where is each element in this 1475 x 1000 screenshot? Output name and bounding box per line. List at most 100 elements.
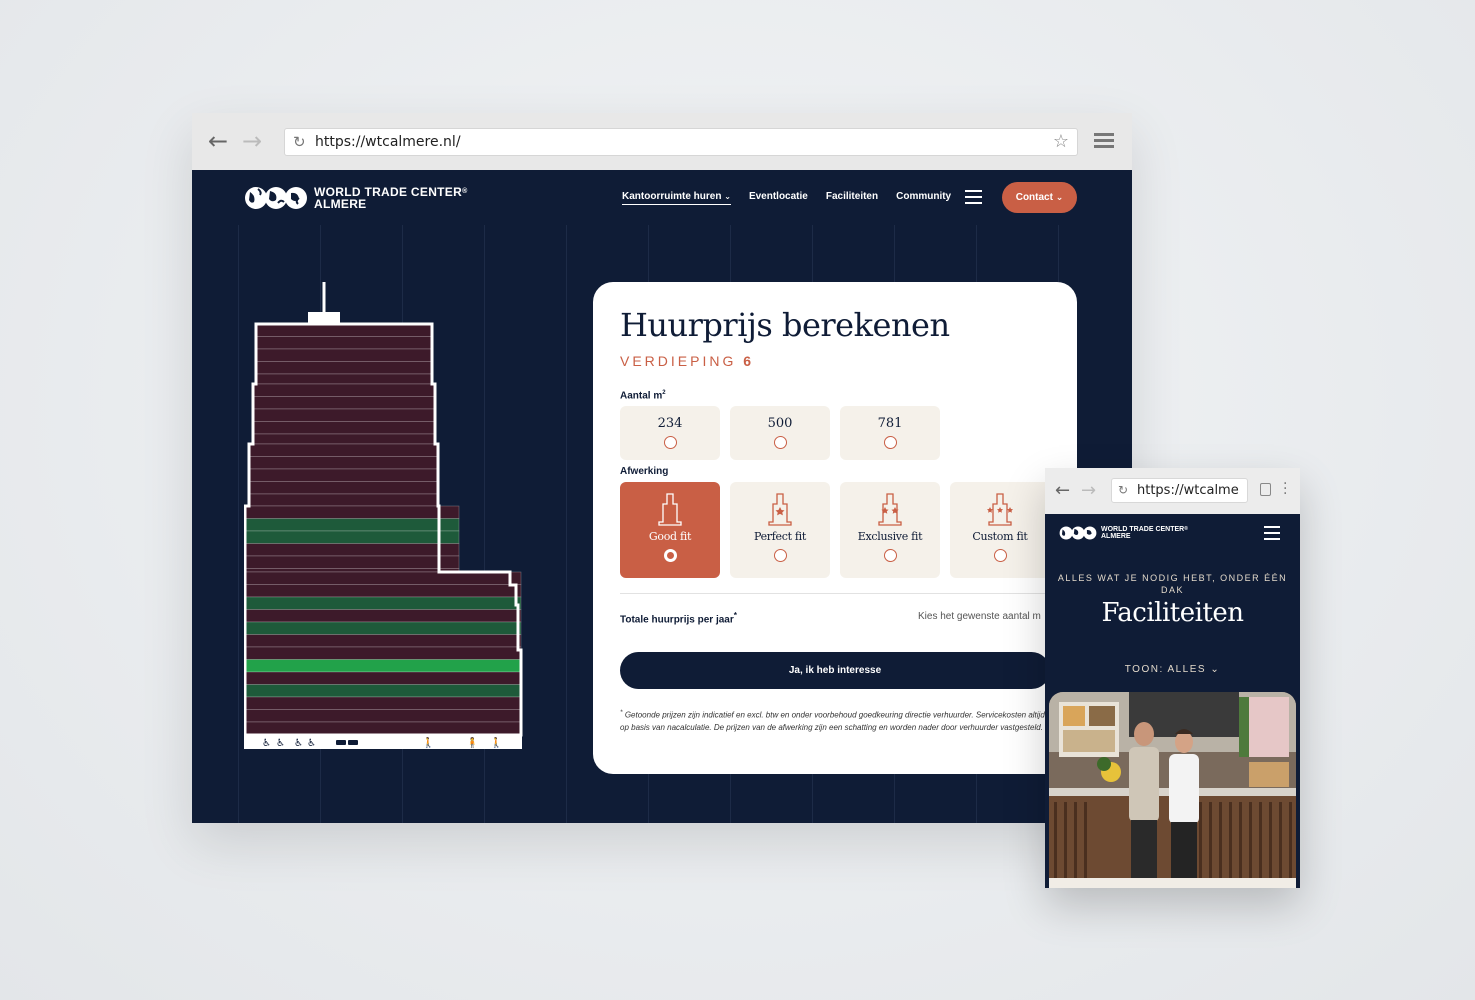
contact-button[interactable]: Contact ⌄ <box>1002 182 1077 213</box>
radio-button[interactable] <box>883 436 897 449</box>
building-floor[interactable] <box>244 555 460 569</box>
building-floor[interactable] <box>255 361 433 375</box>
building-floor[interactable] <box>248 493 439 507</box>
area-label-text: Aantal m <box>620 390 663 402</box>
building-floor[interactable] <box>248 443 439 457</box>
browser-menu-icon[interactable] <box>1094 133 1114 151</box>
building-floor[interactable] <box>244 530 460 544</box>
building-floor[interactable] <box>244 634 522 648</box>
radio-button[interactable] <box>883 549 897 562</box>
area-option-234[interactable]: 234 <box>620 406 720 460</box>
building-floor[interactable] <box>244 646 522 660</box>
bookmark-star-icon[interactable]: ☆ <box>1053 131 1069 152</box>
chevron-down-icon: ⌄ <box>1055 193 1064 203</box>
address-bar-url: https://wtcalmere.nl/ <box>315 134 461 150</box>
mobile-wtc-logo[interactable]: WORLD TRADE CENTER® ALMERE <box>1059 524 1188 542</box>
forward-arrow-icon[interactable]: → <box>1081 480 1096 501</box>
hamburger-menu-icon[interactable] <box>965 190 982 208</box>
finish-label: Afwerking <box>620 466 669 477</box>
background-grid-line <box>238 225 239 823</box>
address-bar[interactable]: ↻ https://wtcalmere.nl/ ☆ <box>284 128 1078 156</box>
building-floor[interactable] <box>255 336 433 350</box>
person-walking-icon: 🚶 <box>490 736 502 749</box>
logo-line-1: WORLD TRADE CENTER <box>1101 526 1185 533</box>
total-rent-label: Totale huurprijs per jaar* <box>620 610 737 625</box>
nav-eventlocatie[interactable]: Eventlocatie <box>749 191 808 205</box>
facilities-filter-dropdown[interactable]: TOON: ALLES ⌄ <box>1045 664 1300 675</box>
building-floor[interactable] <box>255 373 433 385</box>
logo-registered: ® <box>462 188 468 195</box>
wtc-logo[interactable]: WORLD TRADE CENTER® ALMERE <box>244 183 468 213</box>
building-floor[interactable] <box>244 609 522 623</box>
tabs-icon[interactable] <box>1260 483 1271 496</box>
building-floor[interactable] <box>244 684 522 698</box>
building-floor[interactable] <box>244 659 522 673</box>
building-floor[interactable] <box>248 468 439 482</box>
total-rent-asterisk: * <box>733 610 737 620</box>
building-floor[interactable] <box>244 671 522 685</box>
photo-card-footer <box>1049 878 1296 888</box>
website-viewport: WORLD TRADE CENTER® ALMERE Kantoorruimte… <box>192 170 1132 823</box>
building-floor[interactable] <box>244 696 522 710</box>
finish-option-perfect-fit[interactable]: Perfect fit <box>730 482 830 578</box>
nav-kantoorruimte-huren[interactable]: Kantoorruimte huren ⌄ <box>622 191 731 205</box>
area-option-500[interactable]: 500 <box>730 406 830 460</box>
radio-button[interactable] <box>773 436 787 449</box>
price-disclaimer: * Getoonde prijzen zijn indicatief en ex… <box>620 707 1050 734</box>
total-rent-hint: Kies het gewenste aantal m <box>918 611 1041 622</box>
mobile-address-bar[interactable]: ↻ https://wtcalme <box>1111 478 1248 503</box>
building-floor[interactable] <box>244 518 460 532</box>
floor-number: 6 <box>743 353 755 369</box>
radio-button-selected[interactable] <box>663 549 677 562</box>
building-floor[interactable] <box>252 396 436 410</box>
floor-indicator: VERDIEPING 6 <box>620 353 754 369</box>
building-floor[interactable] <box>252 383 436 397</box>
building-floor[interactable] <box>248 456 439 470</box>
building-floor[interactable] <box>244 568 460 573</box>
filter-label: TOON: ALLES <box>1124 664 1207 675</box>
radio-button[interactable] <box>773 549 787 562</box>
reload-icon[interactable]: ↻ <box>1118 483 1128 497</box>
radio-button[interactable] <box>663 436 677 449</box>
divider <box>620 593 1077 594</box>
wheelchair-icon: ♿ <box>307 738 316 749</box>
finish-option-good-fit[interactable]: Good fit <box>620 482 720 578</box>
back-arrow-icon[interactable]: ← <box>1055 480 1070 501</box>
building-floor[interactable] <box>255 348 433 362</box>
building-floor[interactable] <box>244 543 460 557</box>
radio-button[interactable] <box>993 549 1007 562</box>
chevron-down-icon: ⌄ <box>1210 664 1221 675</box>
building-floor[interactable] <box>244 596 522 610</box>
custom-fit-building-icon <box>987 493 1013 526</box>
area-option-781[interactable]: 781 <box>840 406 940 460</box>
building-floor[interactable] <box>252 408 436 422</box>
person-walking-icon: 🚶 <box>422 736 434 749</box>
facility-photo-cafe[interactable] <box>1049 692 1296 878</box>
mobile-hamburger-menu-icon[interactable] <box>1264 526 1280 544</box>
building-floor[interactable] <box>252 433 436 445</box>
finish-option-label: Custom fit <box>972 530 1028 543</box>
building-floor[interactable] <box>252 421 436 435</box>
building-floor[interactable] <box>244 505 460 519</box>
building-floor[interactable] <box>255 323 433 337</box>
building-floor[interactable] <box>244 621 522 635</box>
building-floor[interactable] <box>248 481 439 495</box>
more-options-icon[interactable]: · · · <box>1283 477 1287 501</box>
building-floor[interactable] <box>244 584 522 598</box>
nav-faciliteiten[interactable]: Faciliteiten <box>826 191 878 205</box>
forward-arrow-icon[interactable]: → <box>242 129 262 153</box>
building-floor[interactable] <box>244 721 522 735</box>
sofa-icon <box>336 740 346 745</box>
interest-button[interactable]: Ja, ik heb interesse <box>620 652 1050 689</box>
reload-icon[interactable]: ↻ <box>293 133 306 151</box>
nav-community[interactable]: Community <box>896 191 951 205</box>
back-arrow-icon[interactable]: ← <box>208 129 228 153</box>
building-floor[interactable] <box>244 571 522 585</box>
main-navigation: Kantoorruimte huren ⌄ Eventlocatie Facil… <box>622 191 951 205</box>
building-floor[interactable] <box>244 709 522 723</box>
finish-option-custom-fit[interactable]: Custom fit <box>950 482 1050 578</box>
calculator-title: Huurprijs berekenen <box>620 306 950 344</box>
finish-option-label: Perfect fit <box>753 530 807 543</box>
building-floor-selector[interactable]: ♿ ♿ ♿ ♿ 🚶 🧍 🚶 <box>244 280 526 750</box>
finish-option-exclusive-fit[interactable]: Exclusive fit <box>840 482 940 578</box>
